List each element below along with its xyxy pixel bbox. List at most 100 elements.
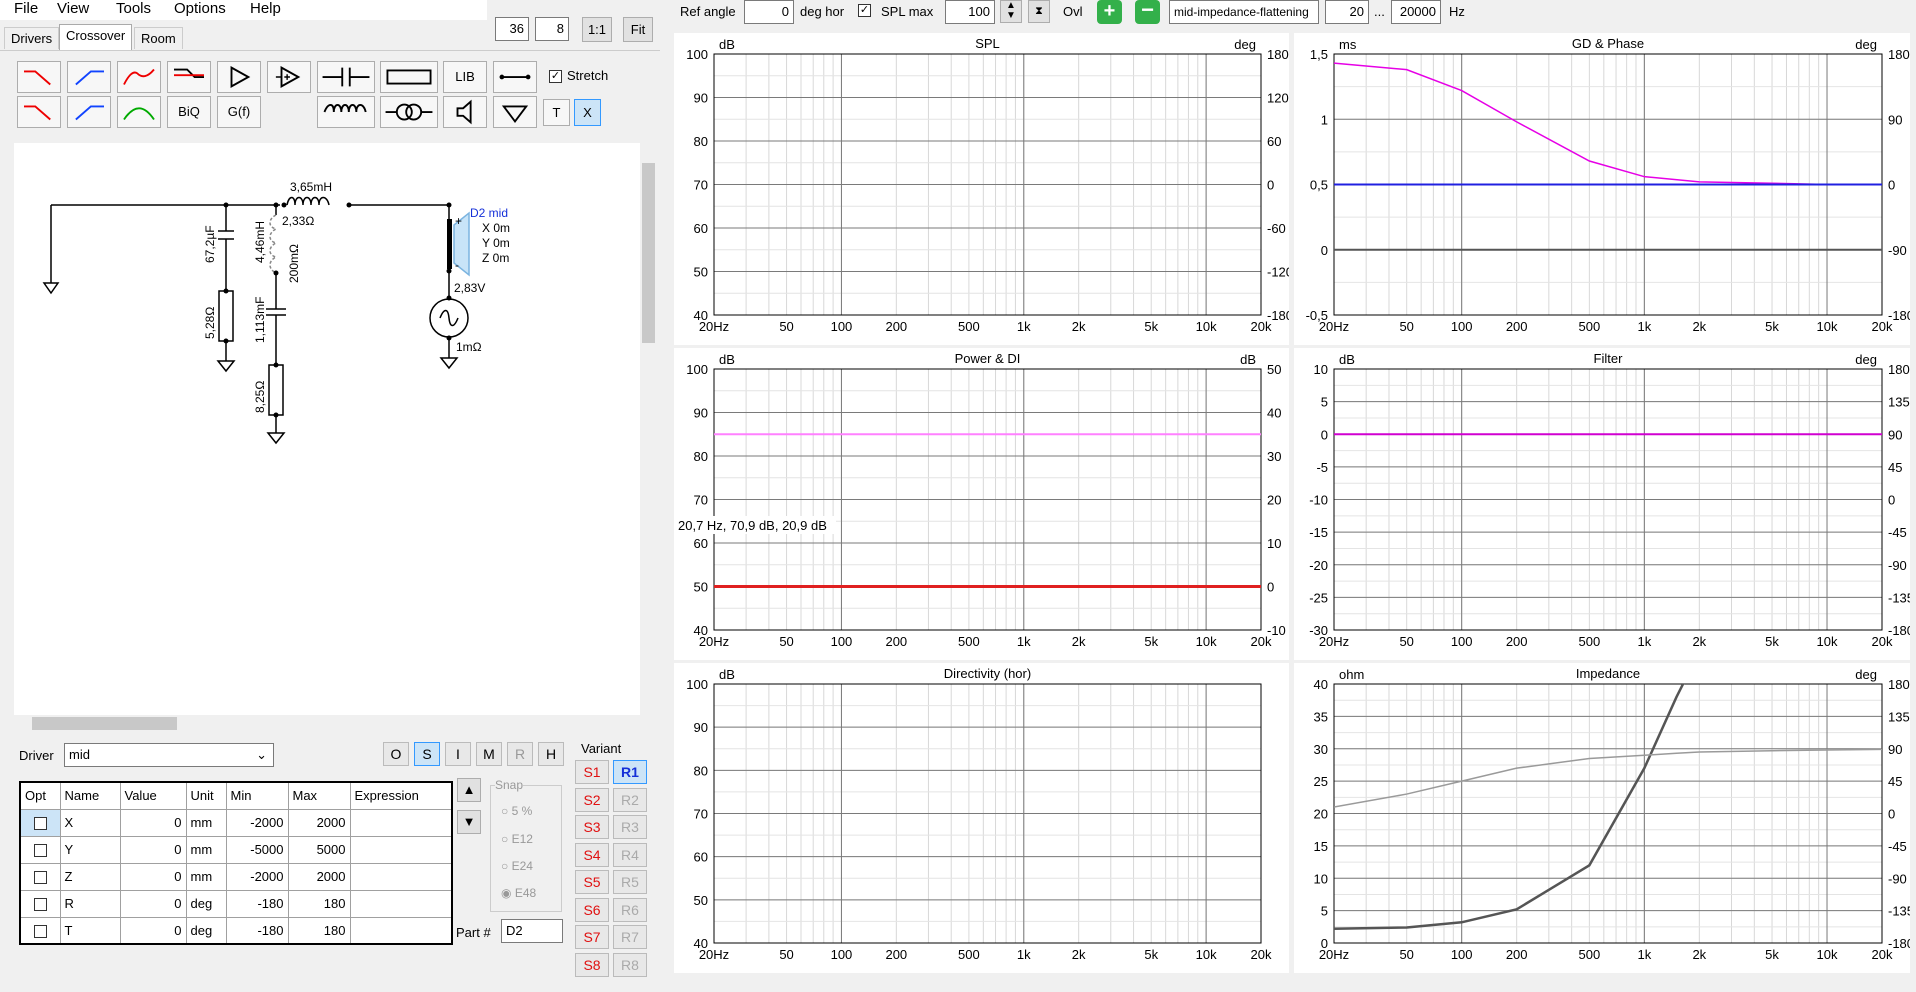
schematic-vscrollbar[interactable] xyxy=(640,143,657,715)
zoom-x-input[interactable]: 36 xyxy=(495,17,529,41)
spl-max-input[interactable]: 100 xyxy=(945,0,995,24)
table-row[interactable]: R 0 deg -180 180 xyxy=(19,889,453,918)
buffer-tool[interactable] xyxy=(217,61,261,93)
mode-m-button[interactable]: M xyxy=(476,742,502,766)
variant-s6-button[interactable]: S6 xyxy=(575,897,609,922)
table-row[interactable]: X 0 mm -2000 2000 xyxy=(19,808,453,837)
variant-r8-button[interactable]: R8 xyxy=(613,952,647,977)
freq-low-input[interactable]: 20 xyxy=(1325,0,1369,24)
vscroll-thumb[interactable] xyxy=(642,163,655,343)
variant-r5-button[interactable]: R5 xyxy=(613,870,647,894)
cell-expression[interactable] xyxy=(349,862,453,891)
gd-phase-chart[interactable]: GD & Phasemsdeg1,510,50-0,5180900-90-180… xyxy=(1294,33,1910,345)
mode-s-button[interactable]: S xyxy=(414,742,440,766)
variant-r1-button[interactable]: R1 xyxy=(613,760,647,784)
tab-drivers[interactable]: Drivers xyxy=(4,27,60,49)
cell-max[interactable]: 5000 xyxy=(287,835,351,864)
variant-s5-button[interactable]: S5 xyxy=(575,870,609,894)
text-tool[interactable]: T xyxy=(543,99,570,126)
highpass-blue2-tool[interactable] xyxy=(67,96,111,128)
cell-max[interactable]: 2000 xyxy=(287,862,351,891)
table-row[interactable]: Z 0 mm -2000 2000 xyxy=(19,862,453,891)
stretch-checkbox[interactable]: ✓ xyxy=(549,70,562,83)
cell-max[interactable]: 180 xyxy=(287,889,351,918)
variant-s3-button[interactable]: S3 xyxy=(575,815,609,839)
cell-min[interactable]: -5000 xyxy=(225,835,289,864)
snap-e24-radio[interactable]: ○ E24 xyxy=(501,859,533,873)
highpass-blue-tool[interactable] xyxy=(67,61,111,93)
cell-min[interactable]: -180 xyxy=(225,889,289,918)
cell-min[interactable]: -180 xyxy=(225,916,289,945)
impedance-chart[interactable]: Impedance ohm deg 40 35 30 25 20 15 10 5 0 180 135 90 4… xyxy=(1294,663,1910,973)
opt-checkbox[interactable] xyxy=(33,898,47,912)
cell-value[interactable]: 0 xyxy=(119,889,187,918)
schematic-canvas[interactable]: 3,65mH 2,33Ω 67,2µF 4,46mH 200mΩ 5,28Ω 1… xyxy=(14,143,640,715)
variant-s7-button[interactable]: S7 xyxy=(575,925,609,949)
amplifier-tool[interactable] xyxy=(267,61,311,93)
variant-s4-button[interactable]: S4 xyxy=(575,842,609,867)
transformer-tool[interactable] xyxy=(380,96,438,128)
cell-value[interactable]: 0 xyxy=(119,835,187,864)
menu-options[interactable]: Options xyxy=(174,0,226,17)
mode-i-button[interactable]: I xyxy=(445,742,471,766)
table-row[interactable]: T 0 deg -180 180 xyxy=(19,916,453,945)
speaker-tool[interactable] xyxy=(443,96,487,128)
menu-file[interactable]: File xyxy=(14,0,38,17)
cell-expression[interactable] xyxy=(349,835,453,864)
zoom-fit-button[interactable]: Fit xyxy=(623,17,653,42)
tab-room[interactable]: Room xyxy=(134,27,183,49)
hscroll-thumb[interactable] xyxy=(32,717,177,730)
cell-value[interactable]: 0 xyxy=(119,862,187,891)
cell-value[interactable]: 0 xyxy=(119,916,187,945)
zoom-1to1-button[interactable]: 1:1 xyxy=(582,17,612,42)
x-tool[interactable]: X xyxy=(574,99,601,126)
bandpass-red-tool[interactable] xyxy=(117,61,161,93)
filter-chart[interactable]: Filter dB deg 10 5 0 -5 -10 -15 -20 -25 -30 180 135 90… xyxy=(1294,348,1910,660)
library-button[interactable]: LIB xyxy=(443,61,487,93)
lowpass-red2-tool[interactable] xyxy=(17,96,61,128)
part-input[interactable]: D2 xyxy=(501,919,563,943)
opt-checkbox[interactable] xyxy=(33,844,47,858)
opt-checkbox[interactable] xyxy=(33,871,47,885)
opt-checkbox[interactable] xyxy=(33,924,47,938)
cell-max[interactable]: 180 xyxy=(287,916,351,945)
cell-value[interactable]: 0 xyxy=(119,808,187,837)
wire-tool[interactable] xyxy=(493,61,537,93)
variant-s8-button[interactable]: S8 xyxy=(575,952,609,977)
mode-r-button[interactable]: R xyxy=(507,742,533,766)
spl-spinner-icon[interactable]: ▲ ▼ xyxy=(1000,0,1022,23)
remove-overlay-icon[interactable]: − xyxy=(1135,0,1160,24)
ref-angle-input[interactable]: 0 xyxy=(744,0,794,24)
variant-r2-button[interactable]: R2 xyxy=(613,787,647,812)
capacitor-tool[interactable] xyxy=(317,61,375,93)
cell-min[interactable]: -2000 xyxy=(225,862,289,891)
resistor-tool[interactable] xyxy=(380,61,438,93)
menu-view[interactable]: View xyxy=(57,0,89,17)
snap-5-radio[interactable]: ○ 5 % xyxy=(501,804,532,818)
snap-e12-radio[interactable]: ○ E12 xyxy=(501,832,533,846)
overlay-preset-input[interactable]: mid-impedance-flattening xyxy=(1169,0,1319,24)
power-di-chart[interactable]: Power & DI dB dB 100 90 80 70 60 50 40 50 40 30 20 10 0… xyxy=(674,348,1289,660)
inductor-tool[interactable] xyxy=(317,96,375,128)
directivity-chart[interactable]: Directivity (hor) dB 100 90 80 70 60 50 40 20Hz 50… xyxy=(674,663,1289,973)
move-down-button[interactable]: ▼ xyxy=(457,810,481,834)
cell-min[interactable]: -2000 xyxy=(225,808,289,837)
spl-chart[interactable]: SPLdBdeg100908070605040180120600-60-120-… xyxy=(674,33,1289,345)
variant-r7-button[interactable]: R7 xyxy=(613,925,647,949)
cell-expression[interactable] xyxy=(349,808,453,837)
spl-autoscale-icon[interactable]: ⧗ xyxy=(1028,0,1050,23)
spl-max-checkbox[interactable]: ✓ xyxy=(858,4,871,17)
driver-select[interactable]: mid ⌄ xyxy=(64,743,274,767)
add-overlay-icon[interactable]: + xyxy=(1097,0,1122,24)
cell-expression[interactable] xyxy=(349,916,453,945)
tab-crossover[interactable]: Crossover xyxy=(59,24,133,50)
lowpass-red-tool[interactable] xyxy=(17,61,61,93)
zoom-y-input[interactable]: 8 xyxy=(535,17,569,41)
move-up-button[interactable]: ▲ xyxy=(457,778,481,802)
transfer-function-button[interactable]: G(f) xyxy=(217,96,261,128)
shelf-tool[interactable] xyxy=(167,61,211,93)
variant-r4-button[interactable]: R4 xyxy=(613,842,647,867)
variant-r3-button[interactable]: R3 xyxy=(613,815,647,839)
cell-expression[interactable] xyxy=(349,889,453,918)
menu-tools[interactable]: Tools xyxy=(116,0,151,17)
